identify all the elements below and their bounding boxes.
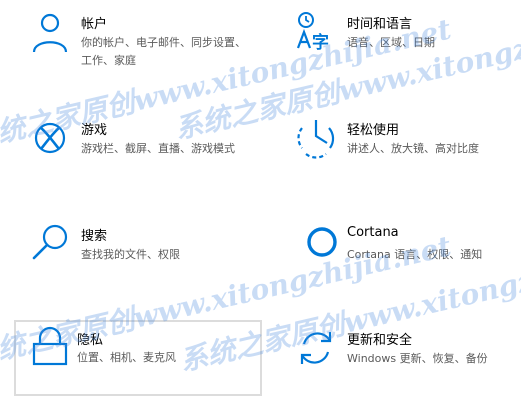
lock-icon xyxy=(28,326,72,370)
tile-description: 游戏栏、截屏、直播、游戏模式 xyxy=(81,142,235,155)
settings-tile-update-security[interactable]: 更新和安全 Windows 更新、恢复、备份 xyxy=(284,322,520,388)
svg-text:字: 字 xyxy=(312,32,329,53)
settings-tile-ease-of-access[interactable]: 轻松使用 讲述人、放大镜、高对比度 xyxy=(284,112,520,178)
settings-tile-search[interactable]: 搜索 查找我的文件、权限 xyxy=(18,218,258,284)
tile-title: 时间和语言 xyxy=(347,17,413,32)
settings-tile-cortana[interactable]: Cortana Cortana 语言、权限、通知 xyxy=(284,218,520,284)
tile-description: 位置、相机、麦克风 xyxy=(77,351,176,364)
search-icon xyxy=(28,222,72,266)
ease-of-access-icon xyxy=(294,116,338,160)
tile-description: 讲述人、放大镜、高对比度 xyxy=(347,142,479,155)
settings-tile-accounts[interactable]: 帐户 你的帐户、电子邮件、同步设置、工作、家庭 xyxy=(18,6,258,72)
tile-description: Windows 更新、恢复、备份 xyxy=(347,352,488,365)
settings-tile-time-language[interactable]: 字 时间和语言 语音、区域、日期 xyxy=(284,6,520,72)
tile-description: Cortana 语言、权限、通知 xyxy=(347,248,483,261)
tile-title: 轻松使用 xyxy=(347,123,400,138)
tile-title: Cortana xyxy=(347,225,399,240)
settings-tile-privacy[interactable]: 隐私 位置、相机、麦克风 xyxy=(14,320,262,396)
time-language-icon: 字 xyxy=(294,10,338,54)
tile-description: 语音、区域、日期 xyxy=(347,36,435,49)
tile-title: 隐私 xyxy=(77,333,104,348)
update-sync-icon xyxy=(294,326,338,370)
person-icon xyxy=(28,10,72,54)
settings-tile-gaming[interactable]: 游戏 游戏栏、截屏、直播、游戏模式 xyxy=(18,112,258,178)
settings-page: 帐户 你的帐户、电子邮件、同步设置、工作、家庭 字 时间和语言 语音、区域、日期… xyxy=(0,0,521,400)
cortana-icon xyxy=(294,222,338,266)
tile-description: 查找我的文件、权限 xyxy=(81,248,180,261)
tile-title: 搜索 xyxy=(81,229,108,244)
xbox-icon xyxy=(28,116,72,160)
tile-title: 帐户 xyxy=(81,17,108,32)
tile-title: 更新和安全 xyxy=(347,333,413,348)
tile-title: 游戏 xyxy=(81,123,108,138)
tile-description: 你的帐户、电子邮件、同步设置、工作、家庭 xyxy=(81,36,246,67)
